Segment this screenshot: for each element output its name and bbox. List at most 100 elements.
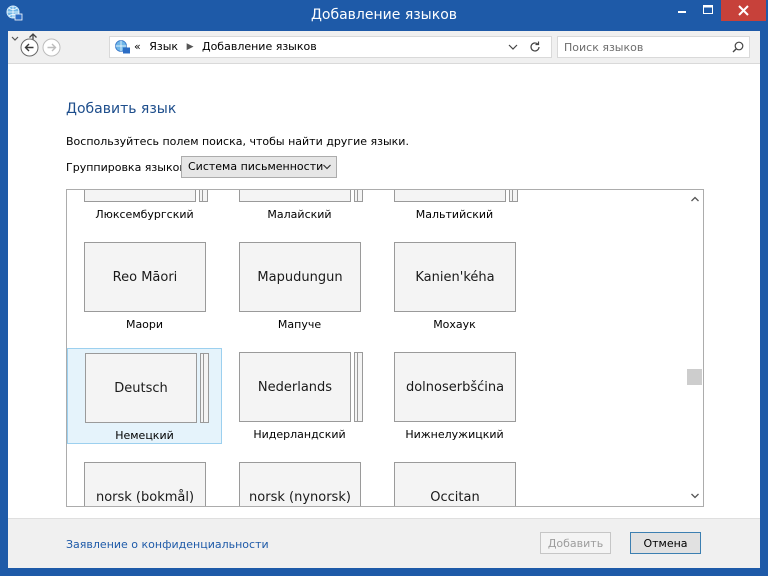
language-tile[interactable]: Малайский xyxy=(222,190,377,224)
close-icon xyxy=(738,5,749,16)
language-name: Немецкий xyxy=(115,429,174,442)
language-native-name: norsk (nynorsk) xyxy=(249,489,351,505)
language-tile[interactable]: Occitan xyxy=(377,458,532,506)
language-native-name xyxy=(85,190,195,201)
language-card: Occitan xyxy=(394,462,516,506)
language-native-name: Occitan xyxy=(430,489,480,505)
language-card: Deutsch xyxy=(85,353,209,423)
language-name: Мапуче xyxy=(277,318,322,331)
language-card: dolnoserbšćina xyxy=(394,352,516,422)
language-globe-icon xyxy=(115,40,130,54)
scrollbar-thumb[interactable] xyxy=(687,369,702,385)
scroll-down-icon[interactable] xyxy=(690,491,700,501)
language-card-face: Occitan xyxy=(394,462,516,506)
page-title: Добавить язык xyxy=(66,101,177,117)
language-card: Mapudungun xyxy=(239,242,361,312)
language-name: Маори xyxy=(125,318,164,331)
language-tile[interactable]: norsk (bokmål) xyxy=(67,458,222,506)
language-tile[interactable]: Kanien'kéha Мохаук xyxy=(377,238,532,334)
language-native-name: Kanien'kéha xyxy=(415,269,495,285)
window-frame: Добавление языков « Язык ▶ Добавление яз… xyxy=(0,0,768,576)
address-bar[interactable]: « Язык ▶ Добавление языков xyxy=(109,36,552,58)
privacy-statement-link[interactable]: Заявление о конфиденциальности xyxy=(66,538,269,551)
language-native-name: Nederlands xyxy=(257,379,333,395)
language-card-face: Mapudungun xyxy=(239,242,361,312)
chevron-down-icon xyxy=(323,164,331,170)
language-tile[interactable]: Мальтийский xyxy=(377,190,532,224)
card-stack-edge xyxy=(354,352,358,422)
language-name: Мохаук xyxy=(433,318,476,331)
language-tile[interactable]: dolnoserbšćina Нижнелужицкий xyxy=(377,348,532,444)
language-tile[interactable]: Nederlands Нидерландский xyxy=(222,348,377,444)
language-tile[interactable]: norsk (nynorsk) xyxy=(222,458,377,506)
language-card xyxy=(84,190,208,202)
language-tile[interactable]: Reo Māori Маори xyxy=(67,238,222,334)
maximize-button[interactable] xyxy=(695,0,721,21)
title-bar[interactable]: Добавление языков xyxy=(0,0,768,31)
language-native-name: Reo Māori xyxy=(112,269,178,285)
window-title: Добавление языков xyxy=(310,7,458,23)
language-card-face: norsk (nynorsk) xyxy=(239,462,361,506)
language-native-name: dolnoserbšćina xyxy=(405,379,505,395)
language-card-face: Kanien'kéha xyxy=(394,242,516,312)
refresh-icon[interactable] xyxy=(528,40,542,54)
cancel-button[interactable]: Отмена xyxy=(630,532,701,554)
close-button[interactable] xyxy=(721,0,766,21)
language-card: Reo Māori xyxy=(84,242,206,312)
language-native-name: norsk (bokmål) xyxy=(95,489,195,505)
search-input[interactable] xyxy=(558,37,728,57)
card-stack-edge xyxy=(354,190,358,202)
address-dropdown-icon[interactable] xyxy=(507,42,519,52)
breadcrumb-item-language[interactable]: Язык xyxy=(144,40,178,53)
language-card-face: dolnoserbšćina xyxy=(394,352,516,422)
card-stack-edge xyxy=(200,353,204,423)
maximize-icon xyxy=(703,5,713,14)
language-card-face xyxy=(239,190,351,202)
language-tile[interactable]: Deutsch Немецкий xyxy=(67,348,222,444)
language-card xyxy=(239,190,363,202)
dialog-footer: Заявление о конфиденциальности Добавить … xyxy=(8,518,760,568)
breadcrumb-item-add-languages[interactable]: Добавление языков xyxy=(202,40,317,53)
language-native-name: Deutsch xyxy=(114,380,168,396)
language-list[interactable]: Occitan norsk (nynorsk) norsk (bokmål) doln… xyxy=(66,189,704,507)
language-card-face: norsk (bokmål) xyxy=(84,462,206,506)
language-card-face: Nederlands xyxy=(239,352,351,422)
scroll-up-icon[interactable] xyxy=(690,194,700,204)
language-native-name xyxy=(240,190,350,201)
language-card xyxy=(394,190,518,202)
grouping-select[interactable]: Система письменности xyxy=(181,156,337,178)
language-card: norsk (bokmål) xyxy=(84,462,206,506)
card-stack-edge xyxy=(199,190,203,202)
breadcrumb-separator-icon[interactable]: ▶ xyxy=(182,42,199,52)
minimize-icon xyxy=(678,11,686,13)
search-icon[interactable] xyxy=(731,40,745,54)
language-name: Мальтийский xyxy=(415,208,494,221)
language-native-name xyxy=(395,190,505,201)
navigation-bar: « Язык ▶ Добавление языков xyxy=(8,31,760,64)
language-card-face xyxy=(394,190,506,202)
grouping-select-value: Система письменности xyxy=(188,160,324,173)
language-tile[interactable]: Люксембургский xyxy=(67,190,222,224)
language-card-face: Reo Māori xyxy=(84,242,206,312)
breadcrumb: « Язык ▶ Добавление языков xyxy=(134,37,317,57)
back-arrow-icon[interactable] xyxy=(20,38,39,57)
language-card: Nederlands xyxy=(239,352,363,422)
language-card: norsk (nynorsk) xyxy=(239,462,361,506)
page-description: Воспользуйтесь полем поиска, чтобы найти… xyxy=(66,135,409,148)
language-name: Малайский xyxy=(267,208,332,221)
language-card: Kanien'kéha xyxy=(394,242,516,312)
language-native-name: Mapudungun xyxy=(257,269,343,285)
minimize-button[interactable] xyxy=(669,0,695,21)
breadcrumb-overflow[interactable]: « xyxy=(134,40,141,53)
vertical-scrollbar[interactable] xyxy=(686,190,703,506)
language-name: Люксембургский xyxy=(95,208,194,221)
search-box[interactable] xyxy=(557,36,750,58)
add-button[interactable]: Добавить xyxy=(540,532,611,554)
forward-arrow-icon[interactable] xyxy=(42,38,61,57)
language-name: Нидерландский xyxy=(253,428,346,441)
window-client: « Язык ▶ Добавление языков Поиск языков … xyxy=(8,31,760,568)
card-stack-edge xyxy=(509,190,513,202)
language-card-face: Deutsch xyxy=(85,353,197,423)
language-tile[interactable]: Mapudungun Мапуче xyxy=(222,238,377,334)
language-card-face xyxy=(84,190,196,202)
